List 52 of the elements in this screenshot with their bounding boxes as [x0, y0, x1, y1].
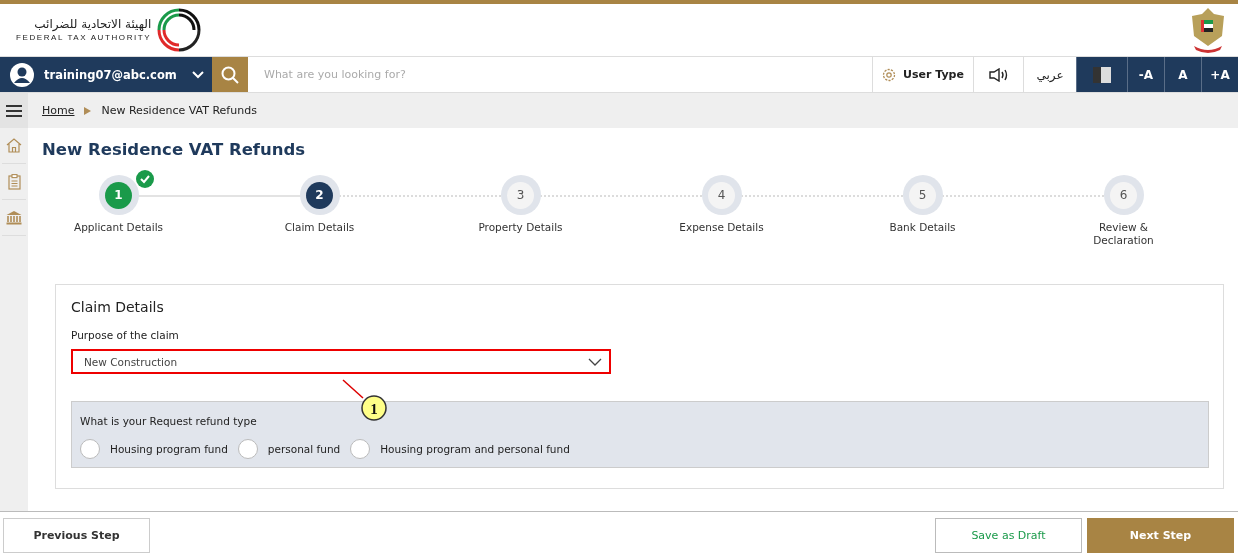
- step-label: Review & Declaration: [1092, 221, 1155, 247]
- search-icon: [221, 65, 239, 84]
- font-size-button[interactable]: -A: [1127, 57, 1164, 92]
- menu-icon: [6, 104, 22, 117]
- contrast-icon: [1093, 66, 1111, 83]
- step-label: Applicant Details: [73, 221, 164, 234]
- radio-button[interactable]: [350, 439, 371, 459]
- previous-step-button[interactable]: Previous Step: [3, 517, 150, 553]
- purpose-dropdown[interactable]: New Construction: [71, 349, 611, 374]
- menu-button[interactable]: [0, 93, 28, 128]
- step-circle: 6: [1103, 175, 1144, 215]
- step-label: Property Details: [477, 221, 564, 234]
- callout-marker: [361, 395, 387, 421]
- breadcrumb-current: New Residence VAT Refunds: [101, 104, 257, 117]
- avatar-icon: [10, 62, 34, 87]
- home-icon[interactable]: [6, 138, 22, 153]
- question-text: What is your Request refund type: [80, 415, 257, 427]
- chevron-down-icon: [192, 70, 204, 79]
- radio-button[interactable]: [80, 439, 100, 459]
- step-circle: 4: [701, 175, 742, 215]
- page-title: New Residence VAT Refunds: [42, 140, 307, 159]
- step-label: Claim Details: [283, 221, 356, 234]
- breadcrumb-link[interactable]: Home: [42, 104, 75, 117]
- clipboard-icon[interactable]: [7, 173, 21, 190]
- radio-label: personal fund: [267, 443, 341, 455]
- field-label: Purpose of the claim: [71, 329, 180, 341]
- step-label: Bank Details: [888, 221, 957, 234]
- logo-arabic-text: الهيئة الاتحادية للضرائب: [34, 18, 152, 30]
- section-title: Claim Details: [71, 299, 165, 315]
- font-size-button[interactable]: A: [1164, 57, 1201, 92]
- chevron-down-icon: [588, 357, 602, 366]
- callout-number: 1: [370, 400, 378, 417]
- check-icon: [136, 170, 154, 188]
- contrast-button[interactable]: [1076, 57, 1127, 92]
- radio-button[interactable]: [237, 439, 258, 459]
- step-circle: 3: [500, 175, 541, 215]
- radio-label: Housing program and personal fund: [380, 443, 570, 455]
- search-button[interactable]: [212, 57, 248, 92]
- font-size-button[interactable]: +A: [1201, 57, 1238, 92]
- save-draft-button[interactable]: Save as Draft: [935, 517, 1082, 553]
- speaker-icon: [988, 67, 1009, 82]
- user-menu[interactable]: training07@abc.com: [0, 57, 212, 92]
- radio-label: Housing program fund: [110, 443, 228, 455]
- triangle-right-icon: [84, 106, 92, 115]
- gear-icon: [882, 67, 897, 82]
- step-label: Expense Details: [678, 221, 765, 234]
- step-circle: 2: [299, 175, 340, 215]
- step-circle: 5: [902, 175, 943, 215]
- leader-line: [342, 379, 364, 399]
- logo-english-text: FEDERAL TAX AUTHORITY: [16, 33, 152, 42]
- bank-icon[interactable]: [6, 210, 22, 225]
- step-circle: 1: [98, 175, 139, 215]
